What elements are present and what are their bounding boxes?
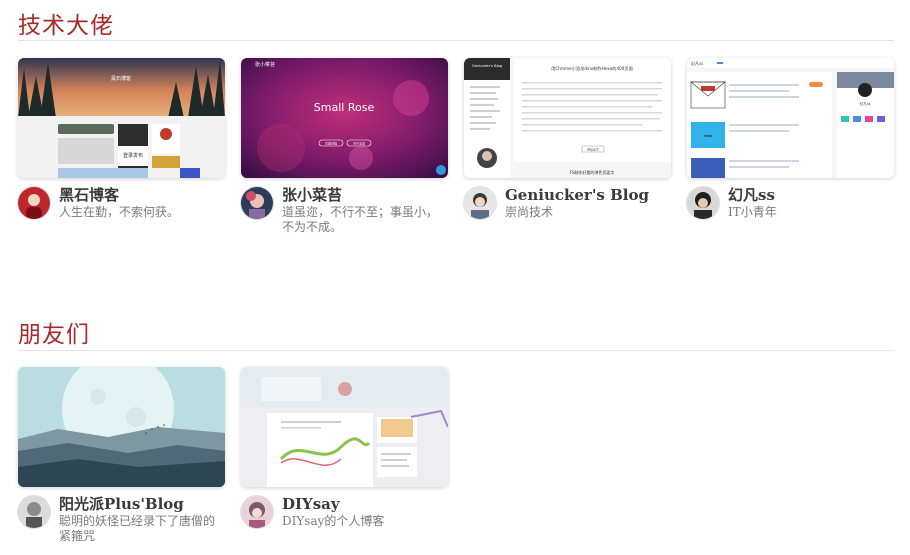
friend-card-heishi[interactable]: 黑石博客 登录发布 黑石博客 人生在勤，不索何获。 bbox=[18, 58, 225, 246]
screenshot-diysay-art bbox=[241, 367, 448, 487]
site-screenshot-yangguangpai[interactable] bbox=[18, 367, 225, 487]
friend-card-huanfan[interactable]: 幻凡ss hexo 幻凡ss 幻凡ss IT小青年 bbox=[687, 58, 894, 246]
site-screenshot-zhang[interactable]: 张小菜苔 Small Rose 文章归档 关于本站 bbox=[241, 58, 448, 178]
screenshot-huanfan-art: 幻凡ss hexo 幻凡ss bbox=[687, 58, 894, 178]
avatar-geniucker[interactable] bbox=[464, 187, 496, 219]
zhang-hero: Small Rose bbox=[314, 101, 375, 114]
zhang-logo: 张小菜苔 bbox=[255, 61, 275, 68]
avatar-heishi[interactable] bbox=[18, 187, 50, 219]
zhang-btn2: 关于本站 bbox=[353, 141, 365, 146]
avatar-diysay[interactable] bbox=[241, 496, 273, 528]
screenshot-yangguangpai-art bbox=[18, 367, 225, 487]
zhang-btn1: 文章归档 bbox=[325, 141, 337, 146]
geniucker-post: 用Chrome小恐龙dino制作Hexo的404页面 bbox=[551, 65, 633, 72]
avatar-zhang[interactable] bbox=[241, 187, 273, 219]
huanfan-logo: 幻凡ss bbox=[691, 60, 703, 66]
site-screenshot-huanfan[interactable]: 幻凡ss hexo 幻凡ss bbox=[687, 58, 894, 178]
screenshot-zhang-art: 张小菜苔 Small Rose 文章归档 关于本站 bbox=[241, 58, 448, 178]
section-title-tech: 技术大佬 bbox=[18, 13, 114, 39]
friend-description: IT小青年 bbox=[728, 205, 777, 219]
avatar-huanfan[interactable] bbox=[687, 187, 719, 219]
screenshot-geniucker-art: Geniucker's Blog 用Chrome小恐龙dino制作Hexo的40… bbox=[464, 58, 671, 178]
friend-name[interactable]: 幻凡ss bbox=[728, 186, 775, 204]
site-screenshot-heishi[interactable]: 黑石博客 登录发布 bbox=[18, 58, 225, 178]
friend-name[interactable]: Geniucker's Blog bbox=[505, 186, 649, 204]
section-divider bbox=[18, 350, 894, 351]
friend-name[interactable]: 阳光派Plus'Blog bbox=[59, 495, 184, 513]
friend-card-zhang[interactable]: 张小菜苔 Small Rose 文章归档 关于本站 张小菜苔 道虽迩，不行不至；… bbox=[241, 58, 448, 246]
site-screenshot-geniucker[interactable]: Geniucker's Blog 用Chrome小恐龙dino制作Hexo的40… bbox=[464, 58, 671, 178]
section-title-friends: 朋友们 bbox=[18, 322, 90, 348]
friend-card-diysay[interactable]: DIYsay DIYsay的个人博客 bbox=[241, 367, 448, 555]
friend-name[interactable]: 黑石博客 bbox=[59, 186, 119, 204]
site-screenshot-diysay[interactable] bbox=[241, 367, 448, 487]
friend-name[interactable]: DIYsay bbox=[282, 495, 340, 513]
friend-description: 人生在勤，不索何获。 bbox=[59, 205, 180, 219]
screenshot-heishi-art: 黑石博客 登录发布 bbox=[18, 58, 225, 178]
friend-card-geniucker[interactable]: Geniucker's Blog 用Chrome小恐龙dino制作Hexo的40… bbox=[464, 58, 671, 246]
heishi-login-text: 登录发布 bbox=[123, 152, 143, 159]
friend-description: 崇尚技术 bbox=[505, 205, 554, 219]
avatar-yangguangpai[interactable] bbox=[18, 496, 50, 528]
geniucker-read-more: 阅读全文 bbox=[587, 146, 599, 151]
friend-description: 聪明的妖怪已经录下了唐僧的紧箍咒 bbox=[59, 514, 216, 543]
friend-description: 道虽迩，不行不至；事虽小，不为不成。 bbox=[282, 205, 439, 234]
heishi-hero-text: 黑石博客 bbox=[111, 75, 131, 82]
svg-text:hexo: hexo bbox=[704, 134, 713, 138]
section-divider bbox=[18, 40, 894, 41]
friend-name[interactable]: 张小菜苔 bbox=[282, 186, 342, 204]
geniucker-title: Geniucker's Blog bbox=[472, 64, 502, 68]
geniucker-next: FS制作好看的弹色页面字 bbox=[570, 169, 615, 175]
huanfan-card-name: 幻凡ss bbox=[860, 101, 871, 106]
friend-description: DIYsay的个人博客 bbox=[282, 514, 385, 528]
friend-card-yangguangpai[interactable]: 阳光派Plus'Blog 聪明的妖怪已经录下了唐僧的紧箍咒 bbox=[18, 367, 225, 555]
